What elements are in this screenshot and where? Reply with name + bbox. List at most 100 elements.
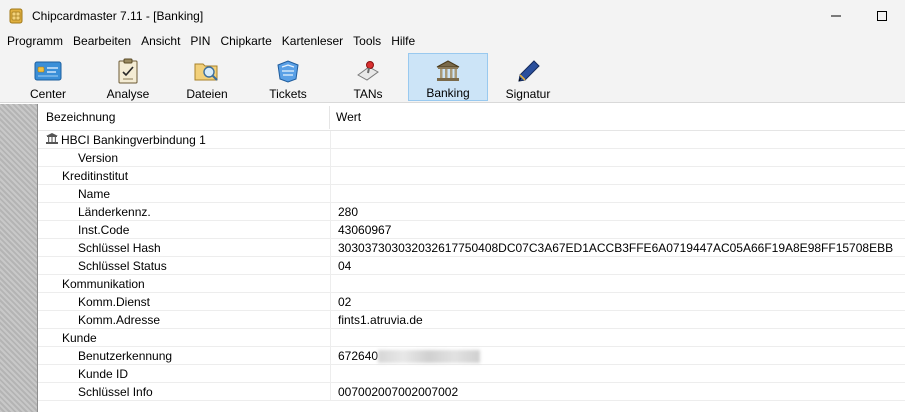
table-header: Bezeichnung Wert: [38, 104, 905, 131]
table-row[interactable]: HBCI Bankingverbindung 1: [38, 131, 905, 149]
row-label: Komm.Dienst: [78, 295, 151, 309]
column-separator: [330, 203, 331, 221]
table-row[interactable]: Version: [38, 149, 905, 167]
cell-bezeichnung: Benutzerkennung: [38, 347, 330, 365]
toolbar-tans-button[interactable]: TANs: [328, 53, 408, 101]
cell-bezeichnung: Version: [38, 149, 330, 167]
column-separator: [330, 383, 331, 401]
row-value: 303037303032032617750408DC07C3A67ED1ACCB…: [338, 241, 894, 255]
toolbar-center-button[interactable]: Center: [8, 53, 88, 101]
row-label: Länderkennz.: [78, 205, 151, 219]
cell-bezeichnung: Kunde: [38, 329, 330, 347]
menu-programm[interactable]: Programm: [2, 32, 68, 51]
table-row[interactable]: Länderkennz. 280: [38, 203, 905, 221]
column-separator: [330, 131, 331, 149]
row-value: 672640: [338, 349, 379, 363]
cell-bezeichnung: Schlüssel Hash: [38, 239, 330, 257]
row-label: HBCI Bankingverbindung 1: [61, 133, 206, 147]
column-header-bezeichnung[interactable]: Bezeichnung: [46, 104, 329, 131]
cell-bezeichnung: Komm.Adresse: [38, 311, 330, 329]
pen-icon: [514, 57, 542, 85]
maximize-button[interactable]: [859, 0, 905, 32]
cell-bezeichnung: HBCI Bankingverbindung 1: [38, 131, 330, 149]
toolbar-dateien-button[interactable]: Dateien: [167, 53, 247, 101]
redacted-value: [378, 350, 481, 364]
menu-chipkarte[interactable]: Chipkarte: [215, 32, 276, 51]
title-bar: Chipcardmaster 7.11 - [Banking]: [0, 0, 905, 32]
toolbar-analyse-label: Analyse: [106, 87, 150, 101]
left-striped-panel: [0, 104, 38, 412]
table-row[interactable]: Kreditinstitut: [38, 167, 905, 185]
menu-kartenleser[interactable]: Kartenleser: [277, 32, 348, 51]
column-separator: [330, 149, 331, 167]
row-label: Schlüssel Hash: [78, 241, 161, 255]
row-label: Benutzerkennung: [78, 349, 173, 363]
column-separator[interactable]: [329, 106, 330, 129]
bank-icon: [434, 58, 462, 84]
menu-bearbeiten[interactable]: Bearbeiten: [68, 32, 136, 51]
toolbar-tans-label: TANs: [353, 87, 383, 101]
table-row[interactable]: Komm.Dienst 02: [38, 293, 905, 311]
toolbar-analyse-button[interactable]: Analyse: [88, 53, 168, 101]
table-row[interactable]: Schlüssel Hash 303037303032032617750408DC…: [38, 239, 905, 257]
table-row[interactable]: Inst.Code 43060967: [38, 221, 905, 239]
column-separator: [330, 347, 331, 365]
column-header-wert[interactable]: Wert: [336, 104, 361, 131]
minimize-icon: [831, 15, 841, 17]
chip-card-app-icon: [8, 8, 24, 24]
row-value: 43060967: [338, 223, 392, 237]
column-separator: [330, 167, 331, 185]
cell-bezeichnung: Kreditinstitut: [38, 167, 330, 185]
card-icon: [34, 57, 62, 85]
toolbar-dateien-label: Dateien: [186, 87, 228, 101]
column-separator: [330, 185, 331, 203]
stamp-icon: [354, 57, 382, 85]
table-row[interactable]: Kunde ID: [38, 365, 905, 383]
table-row[interactable]: Schlüssel Info 007002007002007002: [38, 383, 905, 401]
cell-bezeichnung: Komm.Dienst: [38, 293, 330, 311]
row-label: Inst.Code: [78, 223, 130, 237]
table-row[interactable]: Benutzerkennung 672640: [38, 347, 905, 365]
toolbar-signatur-label: Signatur: [505, 87, 551, 101]
table-row[interactable]: Kommunikation: [38, 275, 905, 293]
column-separator: [330, 365, 331, 383]
table-row[interactable]: Kunde: [38, 329, 905, 347]
menu-tools[interactable]: Tools: [348, 32, 386, 51]
cell-wert: 672640: [338, 347, 481, 365]
menu-bar: Programm Bearbeiten Ansicht PIN Chipkart…: [0, 32, 905, 51]
cell-wert: 43060967: [338, 221, 391, 239]
cell-wert: 303037303032032617750408DC07C3A67ED1ACCB…: [338, 239, 893, 257]
toolbar-signatur-button[interactable]: Signatur: [488, 53, 568, 101]
toolbar-banking-button[interactable]: Banking: [408, 53, 488, 101]
row-value: 007002007002007002: [338, 385, 459, 399]
column-separator: [330, 257, 331, 275]
cell-wert: 02: [338, 293, 351, 311]
cell-wert: 007002007002007002: [338, 383, 458, 401]
toolbar: Center Analyse Dateien Tickets TANs Bank…: [0, 51, 905, 103]
toolbar-tickets-button[interactable]: Tickets: [248, 53, 328, 101]
table-body: HBCI Bankingverbindung 1 Version Kreditins…: [38, 131, 905, 401]
window-title: Chipcardmaster 7.11 - [Banking]: [32, 9, 204, 23]
menu-hilfe[interactable]: Hilfe: [386, 32, 420, 51]
toolbar-banking-label: Banking: [426, 86, 470, 100]
column-separator: [330, 239, 331, 257]
row-label: Kunde: [62, 331, 97, 345]
row-label: Kunde ID: [78, 367, 129, 381]
table-row[interactable]: Name: [38, 185, 905, 203]
menu-pin[interactable]: PIN: [185, 32, 215, 51]
folder-search-icon: [193, 57, 221, 85]
cell-bezeichnung: Schlüssel Status: [38, 257, 330, 275]
table-row[interactable]: Komm.Adresse fints1.atruvia.de: [38, 311, 905, 329]
cell-bezeichnung: Kommunikation: [38, 275, 330, 293]
row-label: Schlüssel Info: [78, 385, 153, 399]
clipboard-icon: [114, 57, 142, 85]
toolbar-center-label: Center: [29, 87, 67, 101]
row-value: 280: [338, 205, 359, 219]
table-row[interactable]: Schlüssel Status 04: [38, 257, 905, 275]
column-separator: [330, 221, 331, 239]
row-label: Kreditinstitut: [62, 169, 129, 183]
minimize-button[interactable]: [813, 0, 859, 32]
menu-ansicht[interactable]: Ansicht: [136, 32, 185, 51]
cell-bezeichnung: Inst.Code: [38, 221, 330, 239]
row-label: Schlüssel Status: [78, 259, 167, 273]
